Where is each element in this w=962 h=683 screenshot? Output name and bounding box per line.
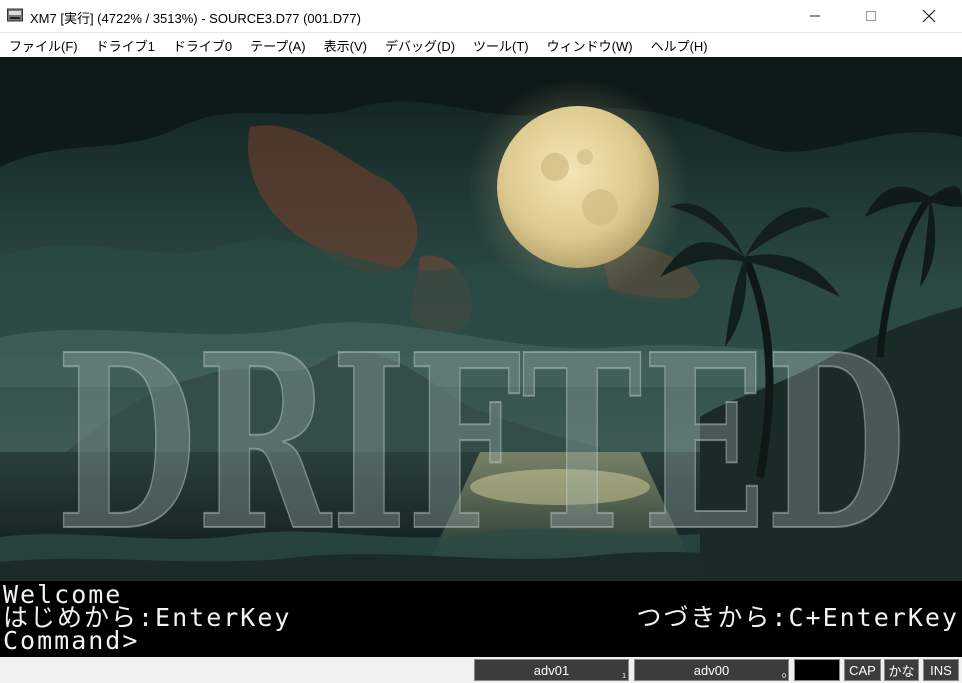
console-command-prompt[interactable]: Command> xyxy=(3,628,139,653)
minimize-icon xyxy=(810,15,820,17)
menu-tape[interactable]: テープ(A) xyxy=(241,36,315,55)
menu-help[interactable]: ヘルプ(H) xyxy=(642,36,717,55)
close-button[interactable] xyxy=(906,0,952,32)
cap-indicator: CAP xyxy=(844,659,881,681)
menu-view[interactable]: 表示(V) xyxy=(315,36,376,55)
drive0-number: 0 xyxy=(782,673,786,680)
menu-tools[interactable]: ツール(T) xyxy=(464,36,538,55)
drive0-status[interactable]: adv00 0 xyxy=(634,659,789,681)
drive1-status[interactable]: adv01 1 xyxy=(474,659,629,681)
title-logo: DRIFTED xyxy=(56,302,906,581)
night-beach-illustration: DRIFTED xyxy=(0,57,962,581)
drive1-number: 1 xyxy=(622,673,626,680)
ins-indicator: INS xyxy=(923,659,959,681)
menu-bar: ファイル(F) ドライブ1 ドライブ0 テープ(A) 表示(V) デバッグ(D)… xyxy=(0,33,962,57)
minimize-button[interactable] xyxy=(792,0,838,32)
console-text-area: Welcome はじめから:EnterKey つづきから:C+EnterKey … xyxy=(0,581,962,657)
emulator-screen[interactable]: DRIFTED Welcome はじめから:EnterKey つづきから:C+E… xyxy=(0,57,962,657)
menu-drive0[interactable]: ドライブ0 xyxy=(164,36,241,55)
menu-file[interactable]: ファイル(F) xyxy=(0,36,87,55)
status-bar: adv01 1 adv00 0 CAP かな INS xyxy=(0,657,962,683)
title-bar: XM7 [実行] (4722% / 3513%) - SOURCE3.D77 (… xyxy=(0,0,962,33)
tape-status xyxy=(794,659,840,681)
floppy-drive-icon xyxy=(7,8,23,22)
menu-debug[interactable]: デバッグ(D) xyxy=(376,36,464,55)
console-continue: つづきから:C+EnterKey xyxy=(636,603,959,632)
maximize-button[interactable] xyxy=(848,0,894,32)
window-title: XM7 [実行] (4722% / 3513%) - SOURCE3.D77 (… xyxy=(30,11,361,26)
drive0-disk-name: adv00 xyxy=(693,662,730,678)
maximize-icon xyxy=(866,11,876,21)
drive1-disk-name: adv01 xyxy=(533,662,570,678)
menu-drive1[interactable]: ドライブ1 xyxy=(87,36,164,55)
menu-window[interactable]: ウィンドウ(W) xyxy=(538,36,642,55)
close-icon xyxy=(922,9,936,23)
kana-indicator: かな xyxy=(884,659,919,681)
